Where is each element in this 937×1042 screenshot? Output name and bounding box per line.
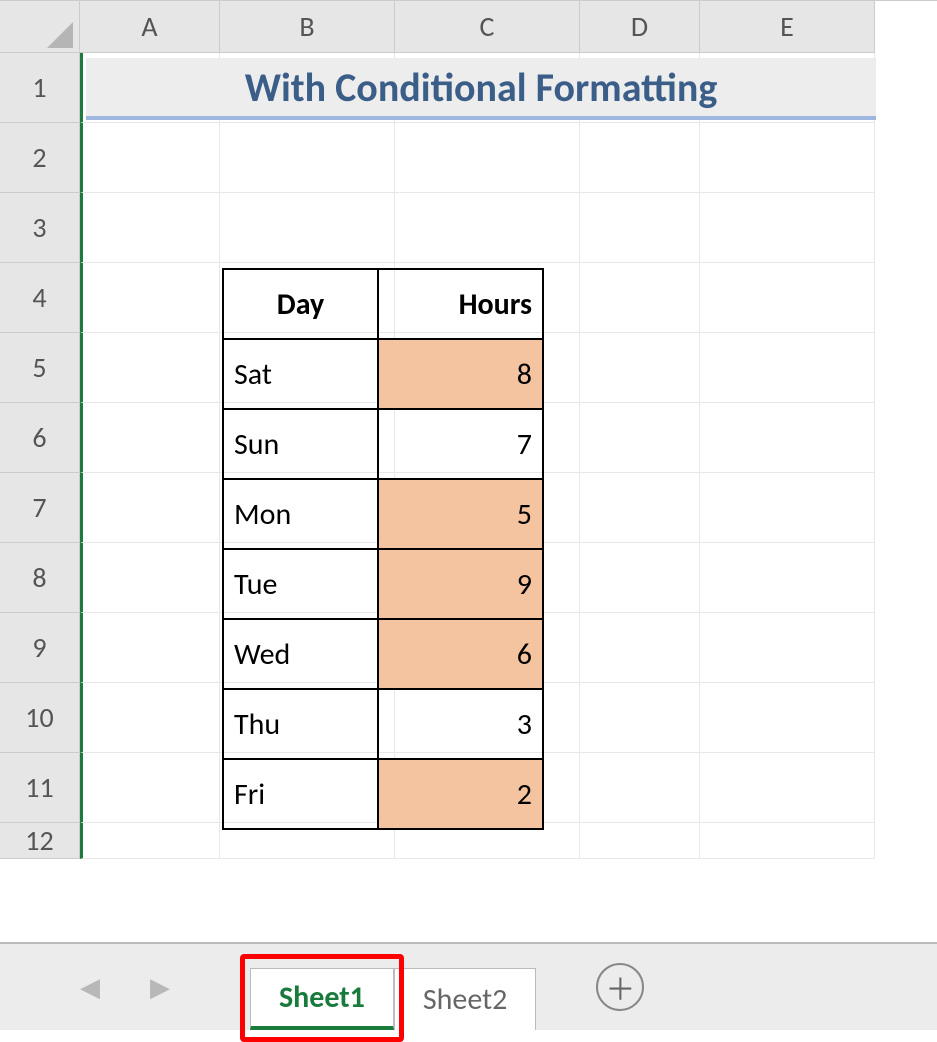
row-header-11[interactable]: 11 bbox=[0, 753, 80, 823]
cell-E7[interactable] bbox=[700, 473, 875, 543]
row-header-12[interactable]: 12 bbox=[0, 823, 80, 859]
cell-A2[interactable] bbox=[80, 123, 220, 193]
row-header-3[interactable]: 3 bbox=[0, 193, 80, 263]
cell-E9[interactable] bbox=[700, 613, 875, 683]
cell-A7[interactable] bbox=[80, 473, 220, 543]
header-hours[interactable]: Hours bbox=[378, 269, 543, 339]
table-row[interactable]: Sat8 bbox=[223, 339, 543, 409]
plus-icon: ＋ bbox=[605, 965, 635, 1009]
cell-A8[interactable] bbox=[80, 543, 220, 613]
cell-day[interactable]: Mon bbox=[223, 479, 378, 549]
table-row[interactable]: Mon5 bbox=[223, 479, 543, 549]
cell-A3[interactable] bbox=[80, 193, 220, 263]
row-header-2[interactable]: 2 bbox=[0, 123, 80, 193]
select-all-corner[interactable] bbox=[0, 1, 80, 53]
row-header-4[interactable]: 4 bbox=[0, 263, 80, 333]
sheet-nav-prev-icon[interactable]: ◀ bbox=[80, 971, 100, 1003]
cell-B2[interactable] bbox=[220, 123, 395, 193]
cell-C2[interactable] bbox=[395, 123, 580, 193]
cell-D10[interactable] bbox=[580, 683, 700, 753]
cell-D12[interactable] bbox=[580, 823, 700, 859]
cell-A6[interactable] bbox=[80, 403, 220, 473]
cell-hours[interactable]: 9 bbox=[378, 549, 543, 619]
cell-E8[interactable] bbox=[700, 543, 875, 613]
cell-hours[interactable]: 7 bbox=[378, 409, 543, 479]
cell-A9[interactable] bbox=[80, 613, 220, 683]
cell-E10[interactable] bbox=[700, 683, 875, 753]
table-row[interactable]: Fri2 bbox=[223, 759, 543, 829]
cell-E2[interactable] bbox=[700, 123, 875, 193]
cell-D3[interactable] bbox=[580, 193, 700, 263]
col-header-E[interactable]: E bbox=[700, 1, 875, 53]
cell-D4[interactable] bbox=[580, 263, 700, 333]
cell-E11[interactable] bbox=[700, 753, 875, 823]
sheet-tab-sheet1[interactable]: Sheet1 bbox=[250, 968, 394, 1030]
sheet-tabs: Sheet1Sheet2 bbox=[250, 944, 536, 1030]
sheet-tab-bar: ◀ ▶ Sheet1Sheet2 ＋ bbox=[0, 942, 937, 1030]
cell-A12[interactable] bbox=[80, 823, 220, 859]
cell-E3[interactable] bbox=[700, 193, 875, 263]
cell-D5[interactable] bbox=[580, 333, 700, 403]
cell-hours[interactable]: 6 bbox=[378, 619, 543, 689]
cell-A11[interactable] bbox=[80, 753, 220, 823]
cell-hours[interactable]: 3 bbox=[378, 689, 543, 759]
col-header-B[interactable]: B bbox=[220, 1, 395, 53]
col-header-A[interactable]: A bbox=[80, 1, 220, 53]
page-title[interactable]: With Conditional Formatting bbox=[86, 58, 876, 120]
row-header-9[interactable]: 9 bbox=[0, 613, 80, 683]
cell-hours[interactable]: 5 bbox=[378, 479, 543, 549]
table-header-row: Day Hours bbox=[223, 269, 543, 339]
header-day[interactable]: Day bbox=[223, 269, 378, 339]
cell-D11[interactable] bbox=[580, 753, 700, 823]
row-header-6[interactable]: 6 bbox=[0, 403, 80, 473]
table-row[interactable]: Wed6 bbox=[223, 619, 543, 689]
cell-E12[interactable] bbox=[700, 823, 875, 859]
cell-E4[interactable] bbox=[700, 263, 875, 333]
cell-D2[interactable] bbox=[580, 123, 700, 193]
row-header-5[interactable]: 5 bbox=[0, 333, 80, 403]
table-row[interactable]: Tue9 bbox=[223, 549, 543, 619]
sheet-nav-next-icon[interactable]: ▶ bbox=[150, 971, 170, 1003]
cell-D8[interactable] bbox=[580, 543, 700, 613]
select-all-triangle-icon bbox=[47, 22, 73, 48]
cell-D9[interactable] bbox=[580, 613, 700, 683]
add-sheet-button[interactable]: ＋ bbox=[596, 963, 644, 1011]
cell-hours[interactable]: 8 bbox=[378, 339, 543, 409]
table-row[interactable]: Thu3 bbox=[223, 689, 543, 759]
cell-E5[interactable] bbox=[700, 333, 875, 403]
row-header-1[interactable]: 1 bbox=[0, 53, 80, 123]
data-table[interactable]: Day Hours Sat8Sun7Mon5Tue9Wed6Thu3Fri2 bbox=[222, 268, 544, 830]
cell-E6[interactable] bbox=[700, 403, 875, 473]
cell-A10[interactable] bbox=[80, 683, 220, 753]
cell-A4[interactable] bbox=[80, 263, 220, 333]
cell-day[interactable]: Wed bbox=[223, 619, 378, 689]
col-header-C[interactable]: C bbox=[395, 1, 580, 53]
cell-day[interactable]: Sat bbox=[223, 339, 378, 409]
sheet-tab-sheet2[interactable]: Sheet2 bbox=[394, 968, 537, 1030]
cell-D7[interactable] bbox=[580, 473, 700, 543]
row-header-10[interactable]: 10 bbox=[0, 683, 80, 753]
cell-day[interactable]: Sun bbox=[223, 409, 378, 479]
cell-B3[interactable] bbox=[220, 193, 395, 263]
cell-D6[interactable] bbox=[580, 403, 700, 473]
row-header-7[interactable]: 7 bbox=[0, 473, 80, 543]
cell-C3[interactable] bbox=[395, 193, 580, 263]
sheet-nav-arrows: ◀ ▶ bbox=[0, 971, 250, 1003]
cell-day[interactable]: Thu bbox=[223, 689, 378, 759]
cell-A5[interactable] bbox=[80, 333, 220, 403]
col-header-D[interactable]: D bbox=[580, 1, 700, 53]
row-header-8[interactable]: 8 bbox=[0, 543, 80, 613]
cell-day[interactable]: Fri bbox=[223, 759, 378, 829]
cell-day[interactable]: Tue bbox=[223, 549, 378, 619]
table-row[interactable]: Sun7 bbox=[223, 409, 543, 479]
cell-hours[interactable]: 2 bbox=[378, 759, 543, 829]
